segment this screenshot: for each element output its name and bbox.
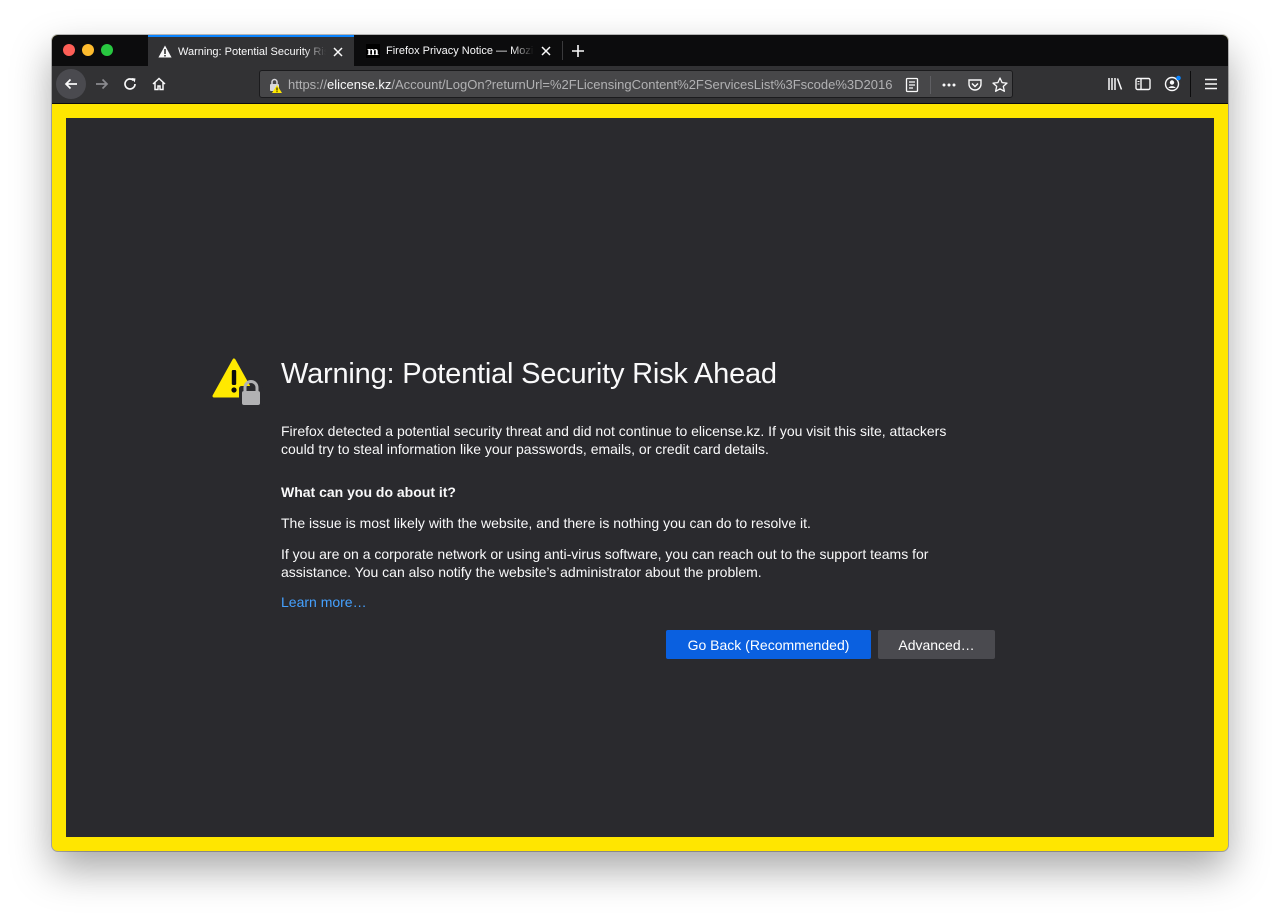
warning-icon <box>158 45 172 59</box>
page-actions-icon[interactable] <box>940 76 958 94</box>
menu-button[interactable] <box>1200 73 1222 95</box>
mozilla-m-icon: m <box>366 43 380 58</box>
close-window-button[interactable] <box>63 44 75 56</box>
back-button[interactable] <box>56 69 86 99</box>
tab-strip: Warning: Potential Security Risk Ahead m… <box>52 35 1228 66</box>
bookmark-star-icon[interactable] <box>991 76 1009 94</box>
close-icon[interactable] <box>330 44 346 60</box>
reload-button[interactable] <box>118 72 142 96</box>
nav-toolbar: https://elicense.kz/Account/LogOn?return… <box>52 66 1228 104</box>
library-icon <box>1108 78 1123 90</box>
tab-title: Warning: Potential Security Risk Ahead <box>178 45 326 58</box>
network-text: If you are on a corporate network or usi… <box>281 546 929 580</box>
tab-separator <box>562 41 563 60</box>
insecure-lock-icon[interactable] <box>267 77 283 93</box>
tab-warning[interactable]: Warning: Potential Security Risk Ahead <box>148 35 354 66</box>
arrow-left-icon <box>64 78 77 90</box>
home-button[interactable] <box>147 72 171 96</box>
toolbar-separator <box>1190 71 1191 97</box>
reader-view-icon[interactable] <box>903 76 921 94</box>
page-title: Warning: Potential Security Risk Ahead <box>281 358 777 390</box>
hamburger-menu-icon <box>1205 78 1217 90</box>
arrow-right-icon <box>96 78 109 90</box>
forward-button[interactable] <box>90 72 114 96</box>
url-bar[interactable]: https://elicense.kz/Account/LogOn?return… <box>259 70 1013 98</box>
reload-icon <box>124 78 136 90</box>
advanced-button[interactable]: Advanced… <box>878 630 995 659</box>
learn-more-link[interactable]: Learn more… <box>281 594 367 610</box>
warning-lock-icon <box>212 358 264 408</box>
account-icon <box>1164 75 1181 92</box>
subheading: What can you do about it? <box>281 484 456 500</box>
browser-window: Warning: Potential Security Risk Ahead m… <box>52 35 1228 851</box>
account-button[interactable] <box>1162 73 1184 95</box>
new-tab-button[interactable] <box>567 40 589 62</box>
url-text[interactable]: https://elicense.kz/Account/LogOn?return… <box>288 77 898 93</box>
plus-icon <box>572 45 584 57</box>
home-icon <box>152 77 166 91</box>
minimize-window-button[interactable] <box>82 44 94 56</box>
svg-text:m: m <box>367 45 379 58</box>
tab-privacy-notice[interactable]: m Firefox Privacy Notice — Mozilla <box>356 35 562 66</box>
url-separator <box>930 76 931 94</box>
zoom-window-button[interactable] <box>101 44 113 56</box>
go-back-button[interactable]: Go Back (Recommended) <box>666 630 871 659</box>
close-icon[interactable] <box>538 43 554 59</box>
intro-text: Firefox detected a potential security th… <box>281 423 947 457</box>
library-button[interactable] <box>1104 73 1126 95</box>
pocket-icon[interactable] <box>966 76 984 94</box>
sidebar-button[interactable] <box>1132 73 1154 95</box>
error-page: Warning: Potential Security Risk Ahead F… <box>66 118 1214 837</box>
issue-text: The issue is most likely with the websit… <box>281 515 811 531</box>
tab-title: Firefox Privacy Notice — Mozilla <box>386 44 534 57</box>
sidebar-icon <box>1135 77 1151 91</box>
